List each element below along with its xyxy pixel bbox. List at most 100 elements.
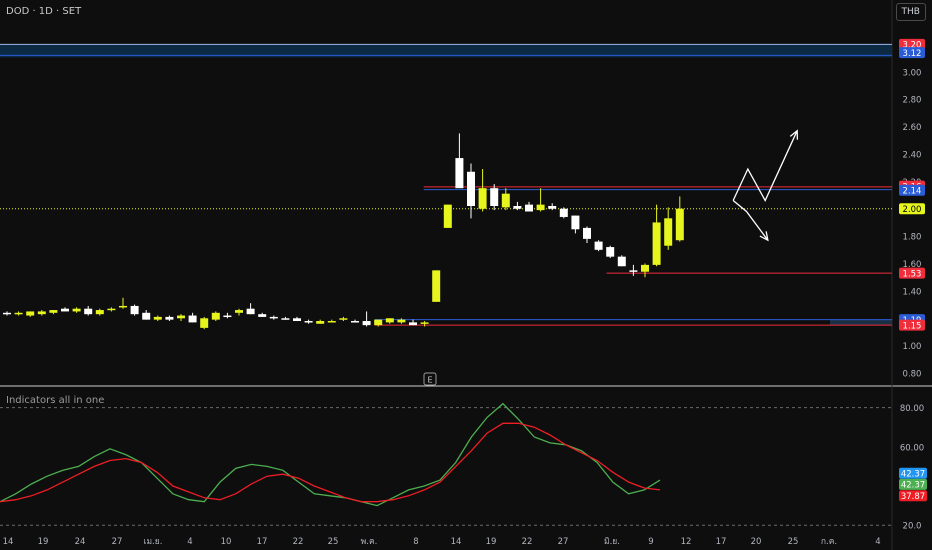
- time-tick-2: 24: [75, 537, 86, 547]
- time-tick-3: 27: [112, 537, 123, 547]
- candle-body-41: [478, 188, 487, 209]
- price-tick-3: 2.40: [903, 150, 922, 160]
- indicator-value-label-0: 42.37: [901, 469, 925, 479]
- candle-body-46: [536, 204, 545, 211]
- candle-body-58: [675, 208, 684, 241]
- candle-body-5: [61, 308, 69, 312]
- candle-body-2: [26, 311, 35, 316]
- candle-body-24: [281, 318, 290, 320]
- time-axis: 14 19 24 27 เม.ย. 4 10 17 22 25 พ.ค. 8 14 19 22 27 มิ.ย.…: [3, 537, 881, 547]
- candle-body-22: [258, 314, 267, 317]
- indicator-tick-1: 60.00: [900, 443, 924, 453]
- candle-body-6: [72, 308, 81, 312]
- price-tick-2: 2.60: [903, 123, 922, 133]
- candle-body-35: [409, 322, 417, 326]
- candle-body-12: [142, 312, 151, 320]
- time-tick-11: 8: [413, 537, 418, 547]
- price-label-7: 1.15: [903, 321, 922, 331]
- candle-body-29: [339, 318, 348, 320]
- candle-body-16: [188, 315, 197, 323]
- time-tick-18: 12: [681, 537, 692, 547]
- candle-body-53: [617, 256, 626, 267]
- price-tick-8: 1.00: [903, 342, 922, 352]
- candle-body-42: [490, 188, 499, 206]
- time-tick-19: 17: [716, 537, 727, 547]
- indicator-series-line-0: [0, 402, 661, 507]
- time-tick-15: 27: [558, 537, 569, 547]
- time-tick-12: 14: [451, 537, 462, 547]
- candle-body-9: [107, 308, 116, 311]
- candle-body-0: [3, 312, 11, 315]
- candle-body-19: [223, 315, 232, 318]
- candle-body-38: [443, 204, 452, 228]
- indicator-value-label-1: 42.37: [901, 481, 925, 491]
- candle-body-18: [211, 312, 220, 320]
- support-zone-band: [830, 319, 892, 326]
- price-tick-9: 0.80: [903, 370, 922, 380]
- candle-body-55: [641, 264, 649, 272]
- time-tick-5: 4: [187, 537, 192, 547]
- horizontal-levels: [0, 0, 932, 550]
- time-tick-0: 14: [3, 537, 14, 547]
- candle-body-30: [351, 321, 359, 323]
- candle-body-15: [177, 315, 185, 319]
- candle-body-27: [316, 321, 325, 324]
- time-tick-16: มิ.ย.: [604, 537, 620, 547]
- price-tick-1: 2.80: [903, 96, 922, 106]
- time-tick-4: เม.ย.: [144, 537, 163, 547]
- currency-button[interactable]: THB: [895, 3, 926, 21]
- time-tick-17: 9: [648, 537, 653, 547]
- candle-body-39: [455, 158, 464, 189]
- indicator-tick-0: 80.00: [900, 404, 924, 414]
- candle-body-51: [594, 241, 603, 250]
- time-tick-13: 19: [486, 537, 497, 547]
- candle-body-34: [397, 319, 406, 323]
- time-tick-22: ก.ค.: [821, 537, 837, 547]
- chart-canvas: 80.0060.0020.042.3742.3737.87 3.002.802.…: [0, 0, 932, 550]
- time-tick-10: พ.ค.: [361, 537, 378, 547]
- candle-body-56: [652, 222, 661, 265]
- time-tick-8: 22: [293, 537, 304, 547]
- candle-body-1: [14, 312, 23, 315]
- candle-body-26: [304, 321, 313, 323]
- price-tick-5: 1.80: [903, 233, 922, 243]
- candle-body-14: [165, 316, 174, 320]
- price-tick-0: 3.00: [903, 68, 922, 78]
- candle-body-10: [119, 305, 127, 308]
- candle-body-7: [84, 308, 93, 315]
- price-tick-7: 1.40: [903, 287, 922, 297]
- symbol-title[interactable]: DOD · 1D · SET: [6, 6, 81, 17]
- candle-body-25: [293, 318, 301, 322]
- indicator-tick-2: 20.0: [903, 522, 922, 532]
- indicator-value-label-2: 37.87: [901, 492, 925, 502]
- indicator-pane: 80.0060.0020.042.3742.3737.87: [0, 402, 927, 532]
- time-tick-9: 25: [328, 537, 339, 547]
- candle-body-43: [501, 193, 510, 208]
- candle-body-49: [571, 215, 580, 230]
- candle-body-21: [246, 308, 255, 315]
- time-tick-6: 10: [221, 537, 232, 547]
- indicator-series-line-1: [0, 422, 661, 503]
- time-tick-20: 20: [751, 537, 762, 547]
- projection-arrows: [732, 129, 799, 242]
- earnings-marker: E: [423, 372, 437, 386]
- candle-body-33: [385, 318, 394, 323]
- candle-body-3: [37, 311, 46, 315]
- candle-body-50: [583, 227, 591, 239]
- price-label-5: 1.53: [903, 269, 922, 279]
- indicator-title[interactable]: Indicators all in one: [6, 395, 104, 406]
- candle-body-23: [269, 316, 278, 319]
- candle-body-32: [374, 319, 383, 326]
- candle-body-44: [513, 206, 522, 209]
- price-label-3: 2.14: [903, 186, 922, 196]
- candle-body-36: [420, 322, 429, 324]
- time-tick-7: 17: [257, 537, 268, 547]
- price-axis: 3.002.802.602.402.201.801.601.401.000.80…: [899, 38, 925, 380]
- candle-body-57: [664, 218, 673, 246]
- candle-body-54: [629, 270, 638, 272]
- candle-body-20: [235, 310, 243, 313]
- candle-body-48: [559, 208, 568, 217]
- price-label-4: 2.00: [903, 205, 922, 215]
- candle-body-45: [525, 204, 533, 212]
- time-tick-14: 22: [522, 537, 533, 547]
